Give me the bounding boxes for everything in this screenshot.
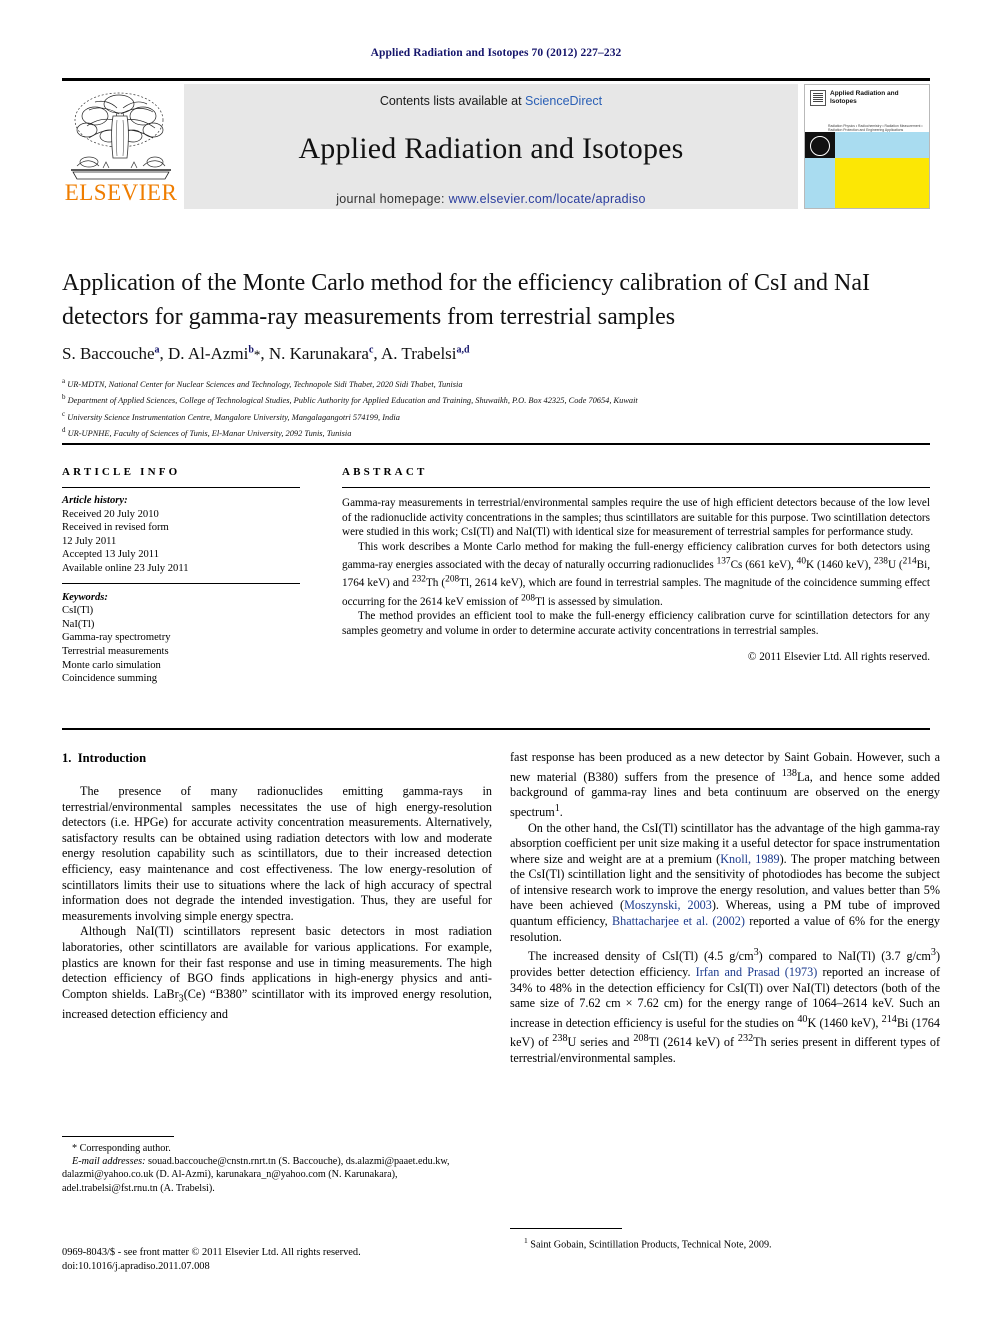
abstract-rule — [342, 487, 930, 488]
issn-copyright-block: 0969-8043/$ - see front matter © 2011 El… — [62, 1246, 492, 1274]
author-2: D. Al-Azmib* — [168, 344, 261, 363]
cover-blue-sidebar — [805, 158, 835, 208]
abstract-paragraph: Gamma-ray measurements in terrestrial/en… — [342, 497, 930, 539]
homepage-label: journal homepage: — [336, 192, 449, 206]
running-head: Applied Radiation and Isotopes 70 (2012)… — [370, 47, 622, 59]
elsevier-tree-icon — [71, 92, 171, 180]
doi-line: doi:10.1016/j.apradiso.2011.07.008 — [62, 1261, 210, 1272]
article-info-heading: ARTICLE INFO — [62, 466, 181, 478]
article-history-label: Article history: — [62, 495, 128, 506]
affiliation-item: d UR-UPNHE, Faculty of Sciences of Tunis… — [62, 426, 352, 438]
author-4: A. Trabelsia,d — [380, 344, 470, 363]
contents-prefix: Contents lists available at — [379, 94, 526, 108]
body-paragraph: The increased density of CsI(Tl) (4.5 g/… — [510, 945, 940, 1066]
journal-title: Applied Radiation and Isotopes — [298, 132, 684, 165]
contents-line: Contents lists available at ScienceDirec… — [184, 94, 798, 108]
affiliation-item: c University Science Instrumentation Cen… — [62, 409, 400, 422]
keyword-item: Gamma-ray spectrometry — [62, 632, 171, 644]
journal-cover-thumbnail: Applied Radiation and Isotopes Radiation… — [804, 84, 930, 209]
journal-masthead: ELSEVIER Contents lists available at Sci… — [62, 78, 930, 209]
author-4-affil-mark: a,d — [456, 344, 470, 356]
journal-homepage-line: journal homepage: www.elsevier.com/locat… — [184, 192, 798, 206]
corresponding-author-note: * Corresponding author. — [72, 1143, 171, 1154]
history-item: 12 July 2011 — [62, 535, 117, 547]
cover-title: Applied Radiation and Isotopes — [830, 90, 899, 105]
abstract-copyright: © 2011 Elsevier Ltd. All rights reserved… — [747, 650, 930, 663]
author-1-affil-mark: a — [154, 344, 160, 356]
keyword-item: CsI(Tl) — [62, 605, 94, 617]
article-info-column: ARTICLE INFO Article history: Received 2… — [62, 466, 300, 686]
corresponding-author-marker: * — [253, 347, 261, 362]
keywords-block: Keywords: CsI(Tl) NaI(Tl) Gamma-ray spec… — [62, 591, 300, 686]
keywords-separator-rule — [62, 582, 300, 584]
affiliation-item: a UR-MDTN, National Center for Nuclear S… — [62, 377, 463, 389]
cover-yellow-panel — [835, 158, 929, 208]
footnote-1-text: 1 Saint Gobain, Scintillation Products, … — [524, 1236, 772, 1251]
body-paragraph: Although NaI(Tl) scintillators represent… — [62, 924, 492, 1022]
footnote-rule — [510, 1228, 622, 1229]
email-label: E-mail addresses: — [72, 1156, 146, 1168]
cover-blue-band — [835, 132, 929, 159]
keyword-item: Coincidence summing — [62, 673, 158, 685]
info-section-top-rule — [62, 443, 930, 445]
elsevier-wordmark: ELSEVIER — [64, 180, 178, 205]
body-right-column: fast response has been produced as a new… — [510, 750, 940, 1067]
abstract-heading: ABSTRACT — [342, 466, 428, 478]
body-top-rule — [62, 728, 930, 730]
affiliation-list: a UR-MDTN, National Center for Nuclear S… — [62, 375, 930, 441]
abstract-body: Gamma-ray measurements in terrestrial/en… — [342, 496, 930, 639]
page-title: Application of the Monte Carlo method fo… — [62, 270, 870, 330]
article-info-rule — [62, 487, 300, 488]
section-heading-introduction: 1. Introduction — [62, 751, 147, 765]
masthead-top-rule — [62, 78, 930, 81]
body-left-column: 1. Introduction The presence of many rad… — [62, 750, 492, 1022]
left-p2: Although NaI(Tl) scintillators represent… — [62, 924, 492, 1021]
keyword-item: Terrestrial measurements — [62, 645, 169, 657]
footnote-corresponding-author: * Corresponding author. E-mail addresses… — [62, 1136, 492, 1195]
footnote-rule — [62, 1136, 174, 1137]
right-p1: fast response has been produced as a new… — [510, 750, 940, 819]
right-p2: On the other hand, the CsI(Tl) scintilla… — [510, 820, 941, 944]
elsevier-logo: ELSEVIER — [62, 84, 180, 209]
history-item: Received 20 July 2010 — [62, 508, 159, 520]
keyword-item: NaI(Tl) — [62, 618, 95, 630]
masthead-center: Contents lists available at ScienceDirec… — [184, 84, 798, 209]
author-list: S. Baccouchea, D. Al-Azmib*, N. Karunaka… — [62, 344, 470, 363]
issn-line: 0969-8043/$ - see front matter © 2011 El… — [62, 1247, 361, 1258]
cover-subtitle: Radiation Physics • Radiochemistry • Rad… — [828, 124, 923, 133]
footnote-1-mark: 1 — [524, 1236, 528, 1245]
body-paragraph: fast response has been produced as a new… — [510, 750, 940, 821]
abstract-p2: This work describes a Monte Carlo method… — [342, 540, 931, 608]
article-history: Article history: Received 20 July 2010 R… — [62, 494, 300, 576]
cover-atom-icon — [805, 132, 835, 159]
keyword-item: Monte carlo simulation — [62, 659, 161, 671]
abstract-paragraph: This work describes a Monte Carlo method… — [342, 540, 930, 610]
paper-page: Applied Radiation and Isotopes 70 (2012)… — [0, 0, 992, 1323]
author-3-affil-mark: c — [368, 344, 374, 356]
body-paragraph: On the other hand, the CsI(Tl) scintilla… — [510, 821, 940, 946]
history-item: Available online 23 July 2011 — [62, 562, 189, 574]
homepage-url-link[interactable]: www.elsevier.com/locate/apradiso — [449, 192, 646, 206]
sciencedirect-link[interactable]: ScienceDirect — [525, 94, 602, 108]
right-p3: The increased density of CsI(Tl) (4.5 g/… — [510, 947, 941, 1065]
author-3: N. Karunakarac — [268, 344, 374, 363]
footnote-reference-1: 1 Saint Gobain, Scintillation Products, … — [510, 1228, 940, 1252]
body-paragraph: The presence of many radionuclides emitt… — [62, 784, 492, 923]
history-item: Received in revised form — [62, 522, 169, 534]
cover-publisher-icon — [810, 90, 826, 106]
abstract-paragraph: The method provides an efficient tool to… — [342, 610, 930, 637]
email-addresses-note: E-mail addresses: souad.baccouche@cnstn.… — [62, 1155, 492, 1195]
history-item: Accepted 13 July 2011 — [62, 549, 159, 561]
keywords-label: Keywords: — [62, 591, 108, 603]
author-1: S. Baccouchea — [62, 344, 160, 363]
abstract-column: ABSTRACT Gamma-ray measurements in terre… — [342, 466, 930, 663]
affiliation-item: b Department of Applied Sciences, Colleg… — [62, 393, 638, 406]
